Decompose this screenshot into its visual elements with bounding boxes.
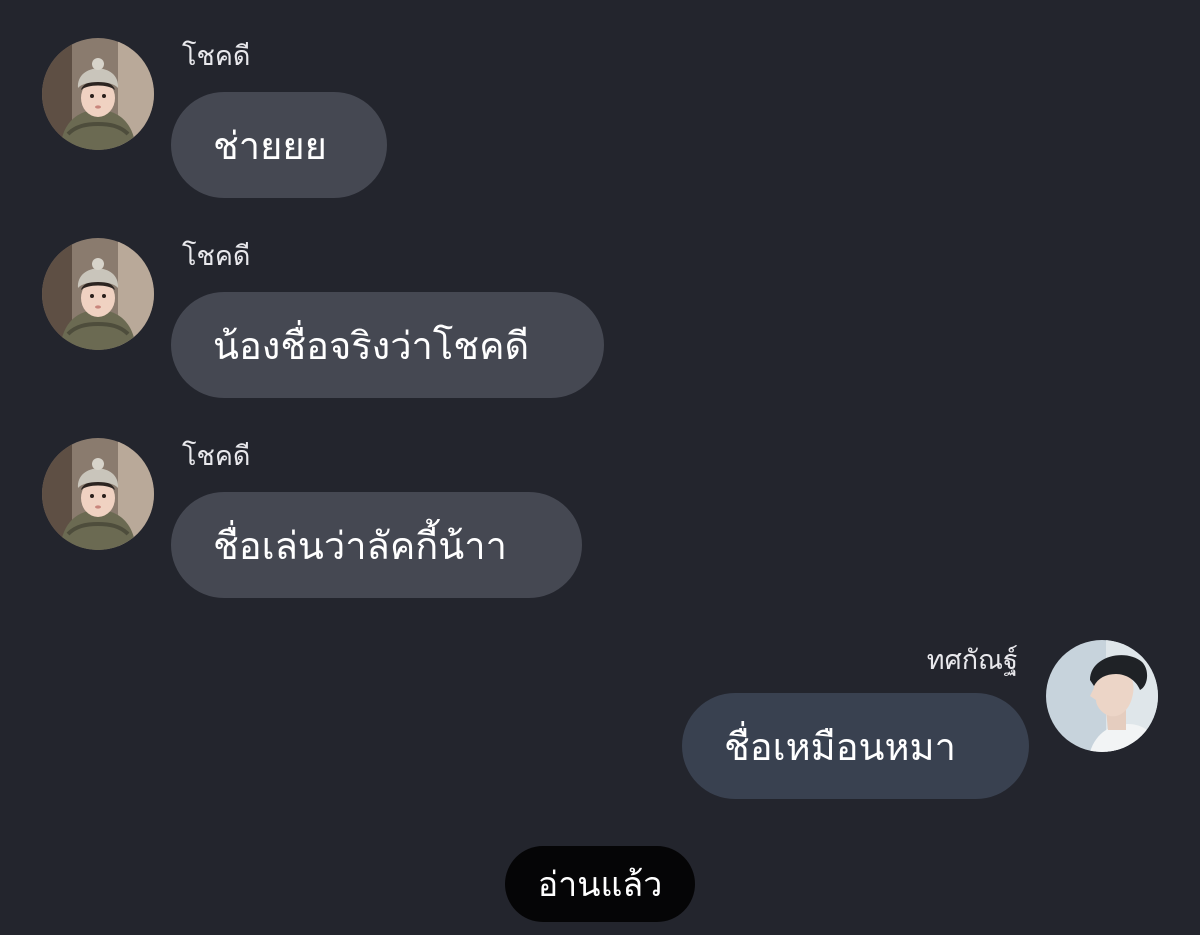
message-row: โชคดี ช่ายยย	[0, 38, 1200, 198]
message-bubble[interactable]: น้องชื่อจริงว่าโชคดี	[171, 292, 604, 398]
chat-thread: โชคดี ช่ายยย โชคดี น้องชื่อจริงว่าโชคดี …	[0, 0, 1200, 935]
man-portrait-avatar-image	[1046, 640, 1158, 752]
sender-name: โชคดี	[182, 241, 251, 272]
sender-avatar[interactable]	[42, 38, 154, 150]
sender-name: ทศกัณฐ์	[926, 645, 1018, 676]
read-status-label: อ่านแล้ว	[537, 865, 663, 905]
sender-name: โชคดี	[182, 441, 251, 472]
sender-avatar[interactable]	[42, 238, 154, 350]
child-in-beanie-avatar-image	[42, 438, 154, 550]
message-text: ชื่อเล่นว่าลัคกี้น้าา	[213, 523, 507, 568]
message-row: โชคดี น้องชื่อจริงว่าโชคดี	[0, 238, 1200, 398]
own-avatar[interactable]	[1046, 640, 1158, 752]
message-text: ชื่อเหมือนหมา	[724, 724, 956, 769]
message-row: โชคดี ชื่อเล่นว่าลัคกี้น้าา	[0, 438, 1200, 598]
own-message-bubble[interactable]: ชื่อเหมือนหมา	[682, 693, 1029, 799]
message-bubble[interactable]: ชื่อเล่นว่าลัคกี้น้าา	[171, 492, 582, 598]
read-status-badge: อ่านแล้ว	[505, 846, 695, 922]
sender-name: โชคดี	[182, 41, 251, 72]
message-text: น้องชื่อจริงว่าโชคดี	[213, 323, 530, 368]
child-in-beanie-avatar-image	[42, 38, 154, 150]
message-text: ช่ายยย	[213, 123, 327, 168]
child-in-beanie-avatar-image	[42, 238, 154, 350]
sender-avatar[interactable]	[42, 438, 154, 550]
message-row-own: ทศกัณฐ์ ชื่อเหมือนหมา	[0, 638, 1200, 800]
message-bubble[interactable]: ช่ายยย	[171, 92, 387, 198]
